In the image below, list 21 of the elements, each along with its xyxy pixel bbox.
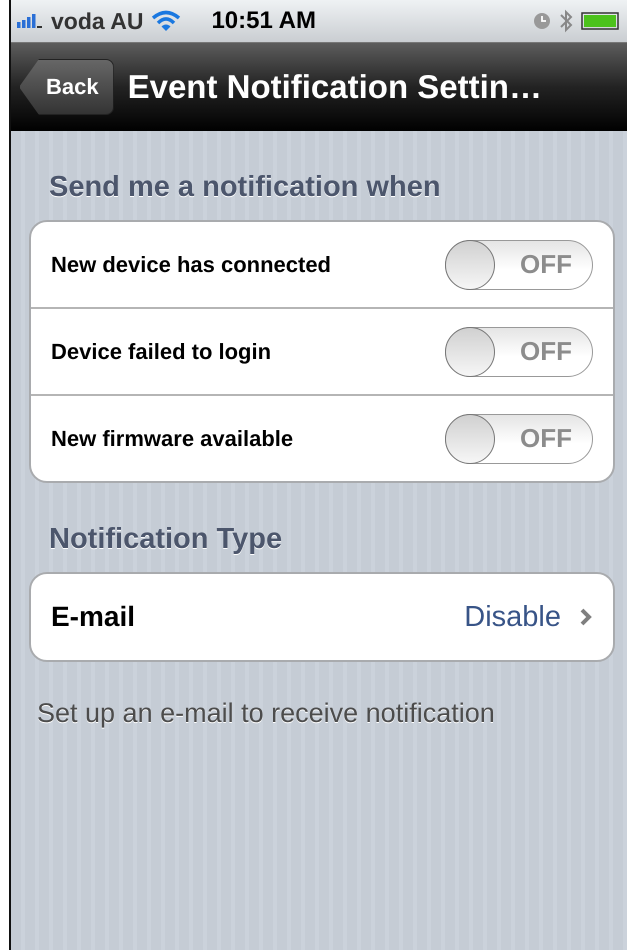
wifi-icon [151, 10, 182, 32]
signal-icon [17, 13, 43, 29]
setting-label: E-mail [51, 601, 136, 633]
clock-icon [533, 12, 551, 30]
toggle-switch[interactable]: OFF [445, 326, 593, 376]
section-footer: Set up an e-mail to receive notification [29, 662, 615, 729]
section-header: Send me a notification when [48, 170, 442, 205]
back-button[interactable]: Back [19, 59, 114, 115]
section-header: Notification Type [48, 522, 284, 557]
setting-label: Device failed to login [51, 338, 272, 364]
setting-label: New firmware available [51, 426, 294, 452]
carrier-name: voda AU [51, 8, 144, 34]
bluetooth-icon [559, 8, 573, 34]
setting-label: New device has connected [51, 252, 332, 278]
chevron-icon[interactable] [579, 607, 593, 627]
setting-value: Disable [464, 600, 561, 634]
clock-time: 10:51 AM [211, 7, 316, 35]
screen-title: Event Notification Settin… [128, 68, 542, 106]
toggle-switch[interactable]: OFF [445, 414, 593, 464]
toggle-switch[interactable]: OFF [445, 240, 593, 290]
battery-icon [581, 12, 621, 30]
